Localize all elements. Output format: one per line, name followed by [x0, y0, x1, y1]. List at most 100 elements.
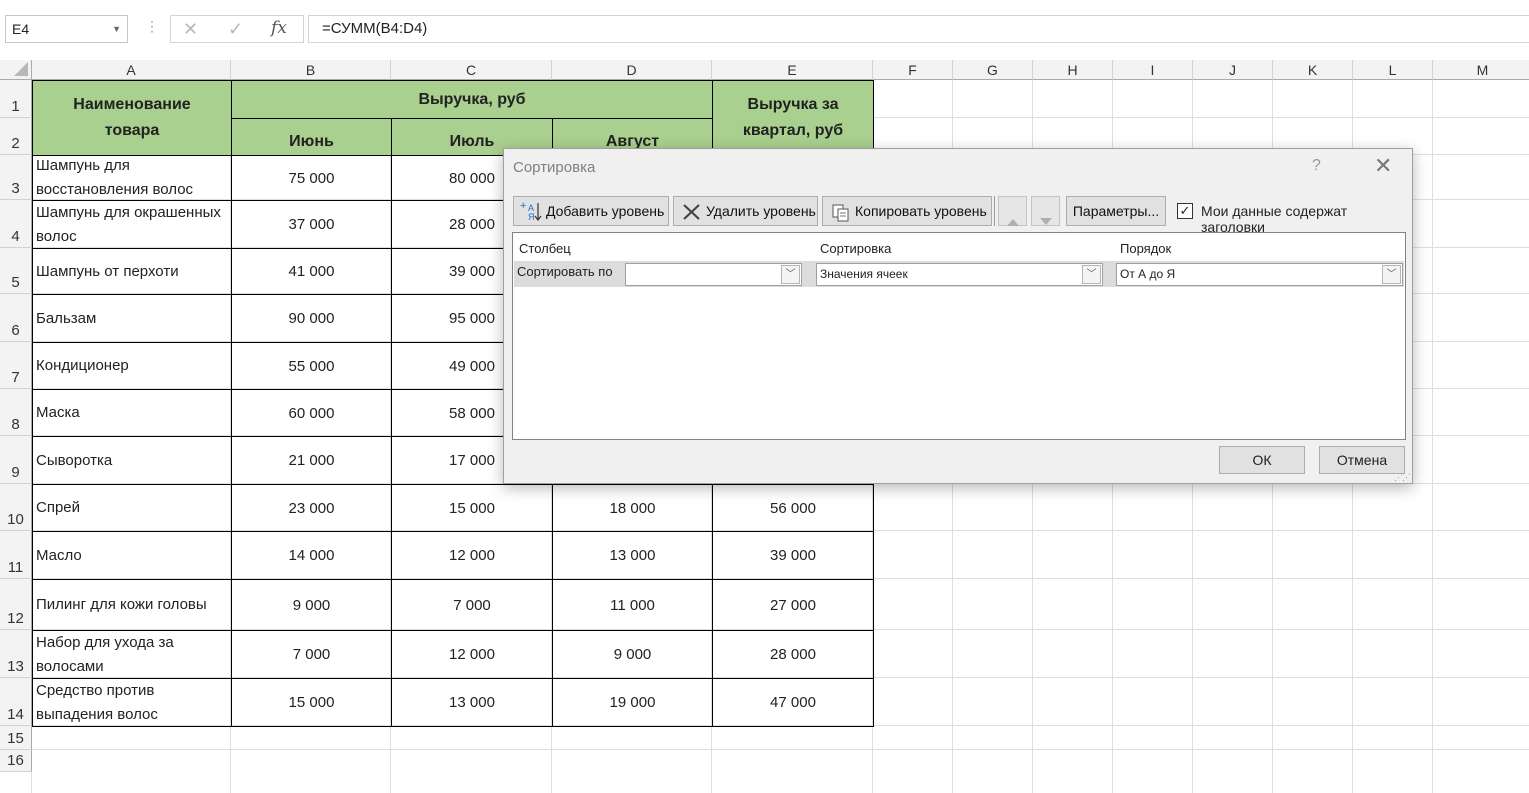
- column-header-l[interactable]: L: [1353, 60, 1433, 80]
- value-cell-b[interactable]: 60 000: [231, 389, 392, 437]
- value-cell-c[interactable]: 7 000: [391, 579, 553, 631]
- row-header-9[interactable]: 9: [0, 436, 32, 484]
- column-header-m[interactable]: M: [1433, 60, 1529, 80]
- delete-level-button[interactable]: Удалить уровень: [673, 196, 818, 226]
- move-up-button[interactable]: [998, 196, 1027, 226]
- value-cell-d[interactable]: 13 000: [552, 531, 713, 580]
- enter-icon[interactable]: ✓: [228, 19, 243, 40]
- header-month[interactable]: Июнь: [231, 118, 392, 156]
- value-cell-d[interactable]: 19 000: [552, 678, 713, 727]
- column-header-g[interactable]: G: [953, 60, 1033, 80]
- chevron-down-icon[interactable]: ▼: [112, 16, 121, 42]
- value-cell-e[interactable]: 39 000: [712, 531, 874, 580]
- value-cell-b[interactable]: 75 000: [231, 155, 392, 201]
- sort-level-row[interactable]: Сортировать по ﹀ Значения ячеек ﹀ От А д…: [514, 261, 1404, 287]
- row-header-1[interactable]: 1: [0, 80, 32, 118]
- select-all-button[interactable]: [0, 60, 32, 80]
- row-header-7[interactable]: 7: [0, 342, 32, 389]
- column-header-h[interactable]: H: [1033, 60, 1113, 80]
- column-header-a[interactable]: A: [32, 60, 231, 80]
- row-header-11[interactable]: 11: [0, 531, 32, 579]
- cancel-icon[interactable]: ✕: [183, 19, 198, 40]
- value-cell-d[interactable]: 18 000: [552, 484, 713, 532]
- row-header-12[interactable]: 12: [0, 579, 32, 630]
- column-header-e[interactable]: E: [712, 60, 873, 80]
- value-cell-e[interactable]: 28 000: [712, 630, 874, 679]
- header-product-name[interactable]: Наименование товара: [32, 80, 232, 156]
- value-cell-b[interactable]: 90 000: [231, 294, 392, 343]
- product-name-cell[interactable]: Набор для ухода за волосами: [32, 630, 232, 679]
- row-header-8[interactable]: 8: [0, 389, 32, 436]
- copy-level-button[interactable]: Копировать уровень: [822, 196, 992, 226]
- row-header-10[interactable]: 10: [0, 484, 32, 531]
- column-header-i[interactable]: I: [1113, 60, 1193, 80]
- product-name-cell[interactable]: Масло: [32, 531, 232, 580]
- value-cell-e[interactable]: 27 000: [712, 579, 874, 631]
- close-icon[interactable]: ✕: [1374, 153, 1392, 179]
- value-cell-e[interactable]: 47 000: [712, 678, 874, 727]
- header-revenue[interactable]: Выручка, руб: [231, 80, 713, 119]
- value-cell-e[interactable]: 56 000: [712, 484, 874, 532]
- value-cell-b[interactable]: 55 000: [231, 342, 392, 390]
- value-cell-c[interactable]: 12 000: [391, 531, 553, 580]
- product-name-cell[interactable]: Кондиционер: [32, 342, 232, 390]
- row-header-16[interactable]: 16: [0, 750, 32, 772]
- name-box[interactable]: E4 ▼: [5, 15, 128, 43]
- column-header-f[interactable]: F: [873, 60, 953, 80]
- row-header-4[interactable]: 4: [0, 200, 32, 248]
- product-name-cell[interactable]: Бальзам: [32, 294, 232, 343]
- row-header-15[interactable]: 15: [0, 726, 32, 750]
- column-header-j[interactable]: J: [1193, 60, 1273, 80]
- add-level-button[interactable]: + А Я Добавить уровень: [513, 196, 669, 226]
- value-cell-c[interactable]: 13 000: [391, 678, 553, 727]
- value-cell-b[interactable]: 41 000: [231, 248, 392, 295]
- product-name-cell[interactable]: Шампунь для окрашенных волос: [32, 200, 232, 249]
- value-cell-b[interactable]: 23 000: [231, 484, 392, 532]
- has-headers-checkbox[interactable]: ✓: [1177, 203, 1193, 219]
- options-button[interactable]: Параметры...: [1066, 196, 1166, 226]
- chevron-down-icon[interactable]: ﹀: [1082, 265, 1101, 284]
- value-cell-b[interactable]: 15 000: [231, 678, 392, 727]
- value-cell-d[interactable]: 9 000: [552, 630, 713, 679]
- formula-input[interactable]: =СУММ(B4:D4): [308, 15, 1529, 43]
- value-cell-c[interactable]: 12 000: [391, 630, 553, 679]
- chevron-down-icon[interactable]: ﹀: [1382, 265, 1401, 284]
- row-header-5[interactable]: 5: [0, 248, 32, 294]
- resize-grip-icon[interactable]: ⋰⋰: [1394, 473, 1411, 482]
- value-cell-b[interactable]: 9 000: [231, 579, 392, 631]
- row-header-13[interactable]: 13: [0, 630, 32, 678]
- cancel-button[interactable]: Отмена: [1319, 446, 1405, 474]
- header-quarter-revenue[interactable]: Выручка за квартал, руб: [712, 80, 874, 156]
- value-cell-b[interactable]: 7 000: [231, 630, 392, 679]
- product-name-cell[interactable]: Спрей: [32, 484, 232, 532]
- column-header-k[interactable]: K: [1273, 60, 1353, 80]
- chevron-down-icon[interactable]: ﹀: [781, 265, 800, 284]
- row-header-14[interactable]: 14: [0, 678, 32, 726]
- dialog-title: Сортировка: [513, 159, 596, 176]
- column-header-b[interactable]: B: [231, 60, 391, 80]
- value-cell-c[interactable]: 15 000: [391, 484, 553, 532]
- product-name-cell[interactable]: Маска: [32, 389, 232, 437]
- move-down-button[interactable]: [1031, 196, 1060, 226]
- product-name-cell[interactable]: Средство против выпадения волос: [32, 678, 232, 727]
- row-header-2[interactable]: 2: [0, 118, 32, 155]
- value-cell-b[interactable]: 37 000: [231, 200, 392, 249]
- insert-function-icon[interactable]: fx: [271, 18, 287, 38]
- order-select[interactable]: От А до Я ﹀: [1116, 263, 1403, 286]
- value-cell-b[interactable]: 14 000: [231, 531, 392, 580]
- product-name-cell[interactable]: Шампунь от перхоти: [32, 248, 232, 295]
- row-header-3[interactable]: 3: [0, 155, 32, 200]
- drag-handle-icon[interactable]: ⋮: [145, 18, 159, 35]
- product-name-cell[interactable]: Сыворотка: [32, 436, 232, 485]
- value-cell-d[interactable]: 11 000: [552, 579, 713, 631]
- sort-on-select[interactable]: Значения ячеек ﹀: [816, 263, 1103, 286]
- column-header-c[interactable]: C: [391, 60, 552, 80]
- column-select[interactable]: ﹀: [625, 263, 802, 286]
- ok-button[interactable]: ОК: [1219, 446, 1305, 474]
- column-header-d[interactable]: D: [552, 60, 712, 80]
- help-icon[interactable]: ?: [1312, 157, 1321, 175]
- row-header-6[interactable]: 6: [0, 294, 32, 342]
- product-name-cell[interactable]: Пилинг для кожи головы: [32, 579, 232, 631]
- product-name-cell[interactable]: Шампунь для восстановления волос: [32, 155, 232, 201]
- value-cell-b[interactable]: 21 000: [231, 436, 392, 485]
